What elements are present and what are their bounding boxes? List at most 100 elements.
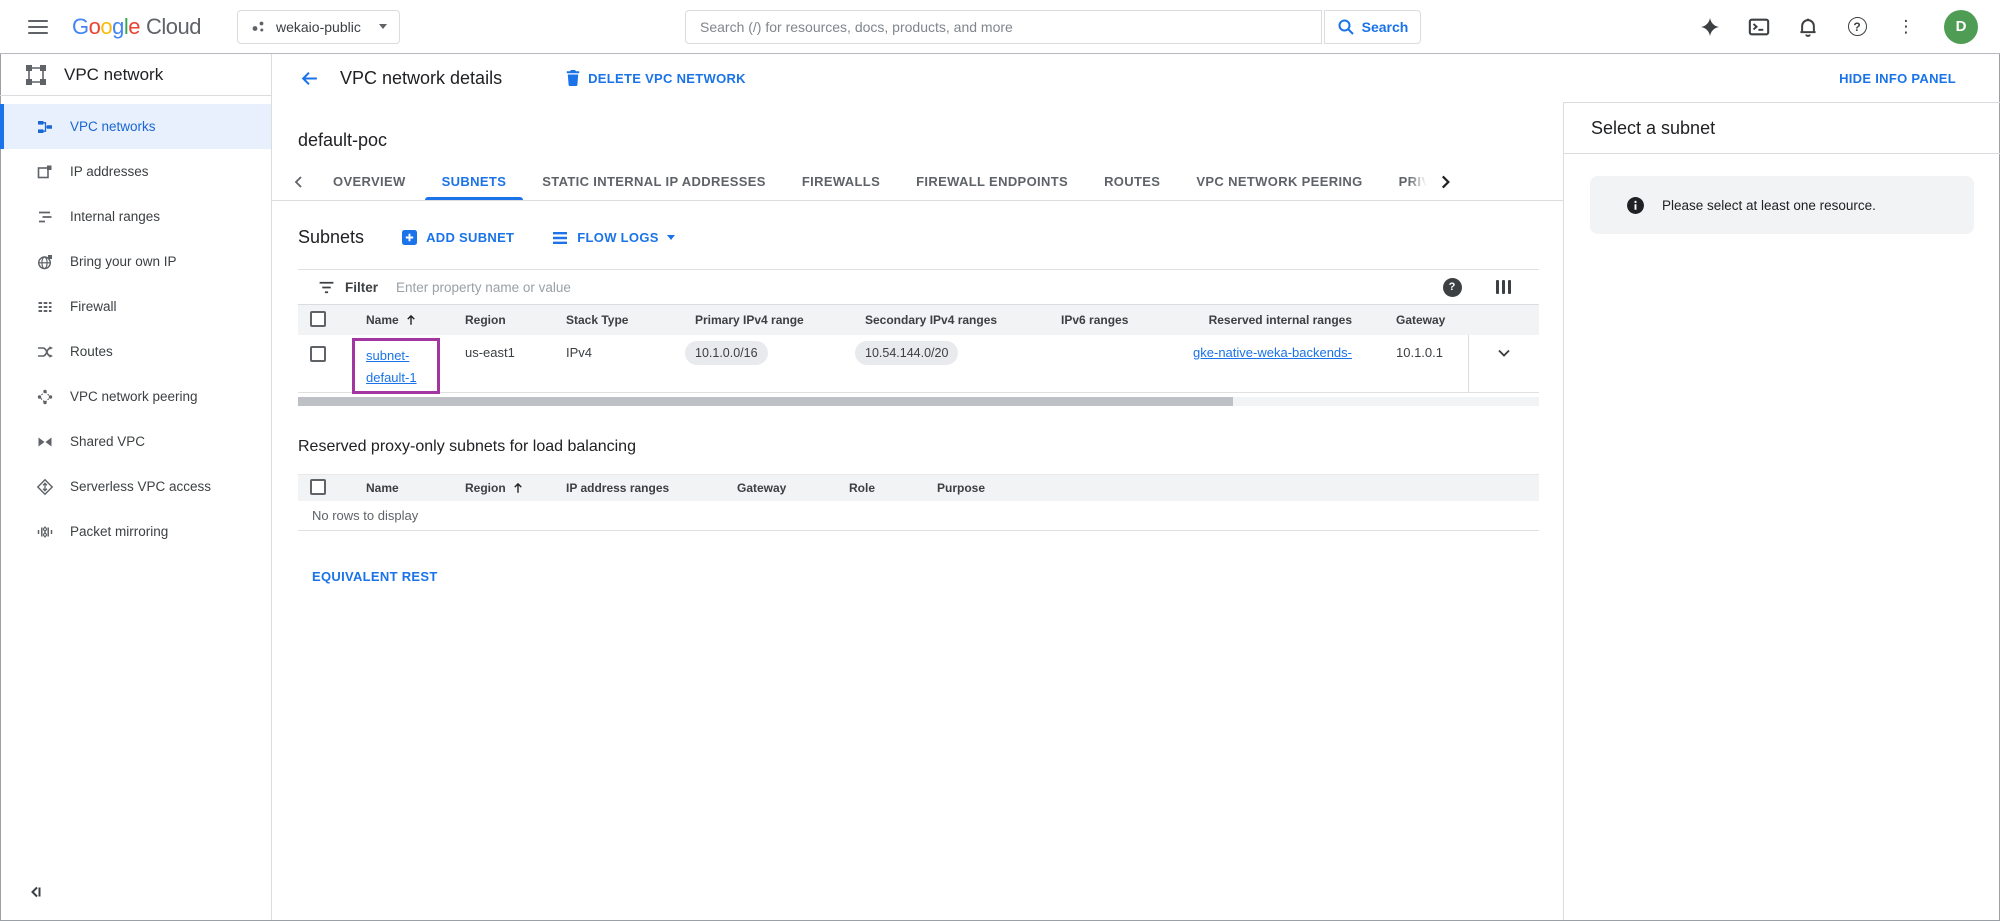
google-logo-text: Google [72,14,140,40]
subnet-name-link[interactable]: subnet-default-1 [366,345,428,389]
hide-info-panel-button[interactable]: HIDE INFO PANEL [1839,71,1956,86]
column-header-reserved-internal: Reserved internal ranges [1179,313,1384,327]
sidebar-item-firewall[interactable]: Firewall [0,284,271,329]
search-button[interactable]: Search [1324,10,1421,44]
sidebar-item-shared-vpc[interactable]: Shared VPC [0,419,271,464]
tab-private-truncated[interactable]: PRIV [1382,163,1430,200]
column-display-options-icon[interactable] [1496,280,1512,294]
reserved-internal-range-link[interactable]: gke-native-weka-backends- [1193,345,1352,360]
subnet-table-row: subnet-default-1 us-east1 IPv4 10.1.0.0/… [298,335,1539,393]
expand-row-button[interactable] [1468,335,1539,393]
cloud-shell-icon[interactable] [1748,16,1770,38]
flow-logs-button[interactable]: FLOW LOGS [552,230,674,245]
tab-vpc-network-peering[interactable]: VPC NETWORK PEERING [1179,163,1379,200]
search-input[interactable] [685,10,1322,44]
ip-addresses-icon [36,163,54,181]
sidebar-item-routes[interactable]: Routes [0,329,271,374]
add-box-icon [402,230,417,245]
sidebar-item-label: Bring your own IP [70,254,177,269]
column-header-region: Region [465,481,506,495]
main-content: default-poc OVERVIEW SUBNETS STATIC INTE… [272,102,1563,920]
sidebar-item-label: Shared VPC [70,434,145,449]
tab-firewall-endpoints[interactable]: FIREWALL ENDPOINTS [899,163,1085,200]
sidebar-item-label: Serverless VPC access [70,479,211,494]
tab-routes[interactable]: ROUTES [1087,163,1177,200]
sidebar-header: VPC network [0,54,271,96]
tab-scroll-right-icon[interactable] [1430,172,1460,192]
sidebar-item-label: Internal ranges [70,209,160,224]
sidebar-item-label: Routes [70,344,113,359]
select-all-checkbox[interactable] [310,311,326,327]
sidebar-item-vpc-networks[interactable]: VPC networks [0,104,271,149]
help-icon[interactable]: ? [1846,16,1868,38]
select-all-checkbox[interactable] [310,479,326,495]
sidebar-item-label: Firewall [70,299,117,314]
sidebar-item-label: Packet mirroring [70,524,168,539]
info-message-box: Please select at least one resource. [1590,176,1974,234]
sidebar-item-label: IP addresses [70,164,149,179]
primary-ipv4-chip: 10.1.0.0/16 [685,341,768,365]
shared-vpc-icon [36,433,54,451]
bring-your-own-ip-icon [36,253,54,271]
equivalent-rest-button[interactable]: EQUIVALENT REST [312,569,438,584]
column-header-ip-address-ranges: IP address ranges [554,481,725,495]
top-app-bar: Google Cloud wekaio-public Search ? ⋮ [0,0,2000,54]
filter-icon [318,280,335,295]
sidebar: VPC network VPC networks IP addresses In… [0,54,272,920]
empty-table-message: No rows to display [298,501,1539,531]
tab-static-internal-ip-addresses[interactable]: STATIC INTERNAL IP ADDRESSES [525,163,783,200]
vpc-network-peering-icon [36,388,54,406]
column-header-stack-type: Stack Type [554,313,683,327]
sidebar-item-serverless-vpc-access[interactable]: Serverless VPC access [0,464,271,509]
collapse-sidebar-icon[interactable] [26,883,44,906]
subnet-ipv6 [1049,335,1179,345]
page-title: VPC network details [340,68,502,89]
sidebar-item-ip-addresses[interactable]: IP addresses [0,149,271,194]
tab-overview[interactable]: OVERVIEW [316,163,423,200]
tab-subnets[interactable]: SUBNETS [425,163,524,200]
global-search: Search [685,10,1421,44]
row-checkbox[interactable] [310,346,326,362]
subnet-stack-type: IPv4 [554,335,683,360]
horizontal-scrollbar[interactable] [298,397,1539,406]
hamburger-menu-icon[interactable] [28,16,48,38]
sidebar-menu: VPC networks IP addresses Internal range… [0,96,271,554]
vpc-networks-icon [36,118,54,136]
delete-vpc-network-button[interactable]: DELETE VPC NETWORK [566,70,746,86]
trash-icon [566,70,580,86]
notifications-bell-icon[interactable] [1797,16,1819,38]
filter-input[interactable] [396,280,1442,295]
project-icon [250,18,267,35]
info-panel-title: Select a subnet [1564,103,2000,154]
flow-logs-label: FLOW LOGS [577,230,658,245]
secondary-ipv4-chip: 10.54.144.0/20 [855,341,958,365]
sidebar-item-internal-ranges[interactable]: Internal ranges [0,194,271,239]
network-name: default-poc [298,130,1563,151]
column-header-gateway: Gateway [1384,313,1468,327]
routes-icon [36,343,54,361]
tab-scroll-left-icon[interactable] [284,173,314,191]
back-arrow-icon[interactable] [300,69,319,88]
avatar[interactable]: D [1944,10,1978,44]
project-selector[interactable]: wekaio-public [237,10,400,44]
google-cloud-logo[interactable]: Google Cloud [72,14,201,40]
tab-firewalls[interactable]: FIREWALLS [785,163,897,200]
filter-help-icon[interactable]: ? [1443,278,1462,297]
sidebar-title: VPC network [64,65,163,85]
sort-ascending-icon[interactable] [405,314,417,326]
sidebar-item-label: VPC network peering [70,389,198,404]
caret-down-icon [667,235,675,240]
sidebar-item-vpc-network-peering[interactable]: VPC network peering [0,374,271,419]
add-subnet-button[interactable]: ADD SUBNET [402,230,514,245]
gemini-sparkle-icon[interactable] [1699,16,1721,38]
sidebar-item-bring-your-own-ip[interactable]: Bring your own IP [0,239,271,284]
scrollbar-thumb[interactable] [298,397,1233,406]
info-icon [1626,196,1645,215]
proxy-table-header: Name Region IP address ranges Gateway Ro… [298,474,1539,501]
vpc-network-icon [24,63,48,87]
more-vertical-icon[interactable]: ⋮ [1895,16,1917,38]
sort-ascending-icon[interactable] [512,482,524,494]
subnet-region: us-east1 [453,335,554,360]
sidebar-item-packet-mirroring[interactable]: Packet mirroring [0,509,271,554]
column-header-secondary-ipv4: Secondary IPv4 ranges [853,313,1049,327]
